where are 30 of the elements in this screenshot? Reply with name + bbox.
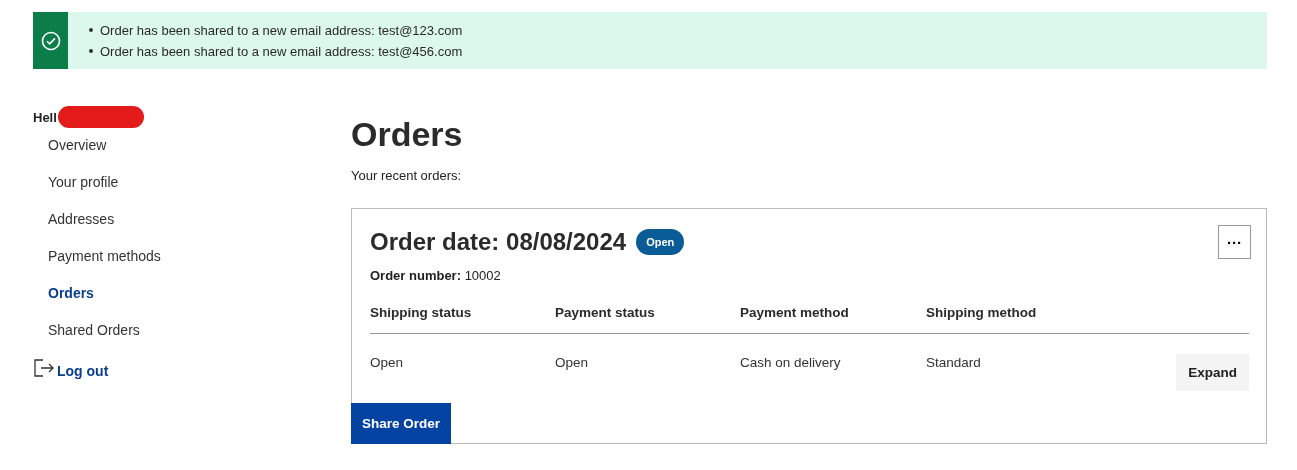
order-date: Order date: 08/08/2024 <box>370 228 627 256</box>
page-subtitle: Your recent orders: <box>351 168 463 183</box>
nav-link[interactable]: Shared Orders <box>48 312 140 349</box>
column-header: Payment status <box>555 305 656 320</box>
column-header: Shipping method <box>926 305 1038 320</box>
greeting: Hell <box>33 109 57 125</box>
nav-link[interactable]: Addresses <box>48 201 115 238</box>
nav-link[interactable]: Orders <box>48 275 94 312</box>
table-cell-text: Standard <box>926 355 982 370</box>
expand-button[interactable]: Expand <box>1176 354 1249 391</box>
nav-link[interactable]: Payment methods <box>48 238 161 275</box>
column-header: Shipping status <box>370 305 473 320</box>
check-circle-icon <box>40 30 61 51</box>
logout-link[interactable]: Log out <box>33 357 109 379</box>
column-header: Payment method <box>740 305 850 320</box>
logout-icon <box>33 357 55 379</box>
status-badge: Open <box>636 229 685 255</box>
table-cell-text: Open <box>370 355 405 370</box>
table-cell-text: Cash on delivery <box>740 355 842 370</box>
alert-message: Order has been shared to a new email address: test@456.com <box>100 44 463 59</box>
share-order-button[interactable]: Share Order <box>351 403 452 444</box>
bullet-icon <box>89 49 93 54</box>
nav-link[interactable]: Overview <box>48 127 107 164</box>
bullet-icon <box>89 28 93 33</box>
page-title: Orders <box>351 115 464 154</box>
alert-message: Order has been shared to a new email address: test@123.com <box>100 23 463 38</box>
nav-link[interactable]: Your profile <box>48 164 119 201</box>
order-number: Order number: 10002 <box>369 267 502 283</box>
table-cell-text: Open <box>555 355 590 370</box>
more-button[interactable]: ··· <box>1218 225 1251 259</box>
